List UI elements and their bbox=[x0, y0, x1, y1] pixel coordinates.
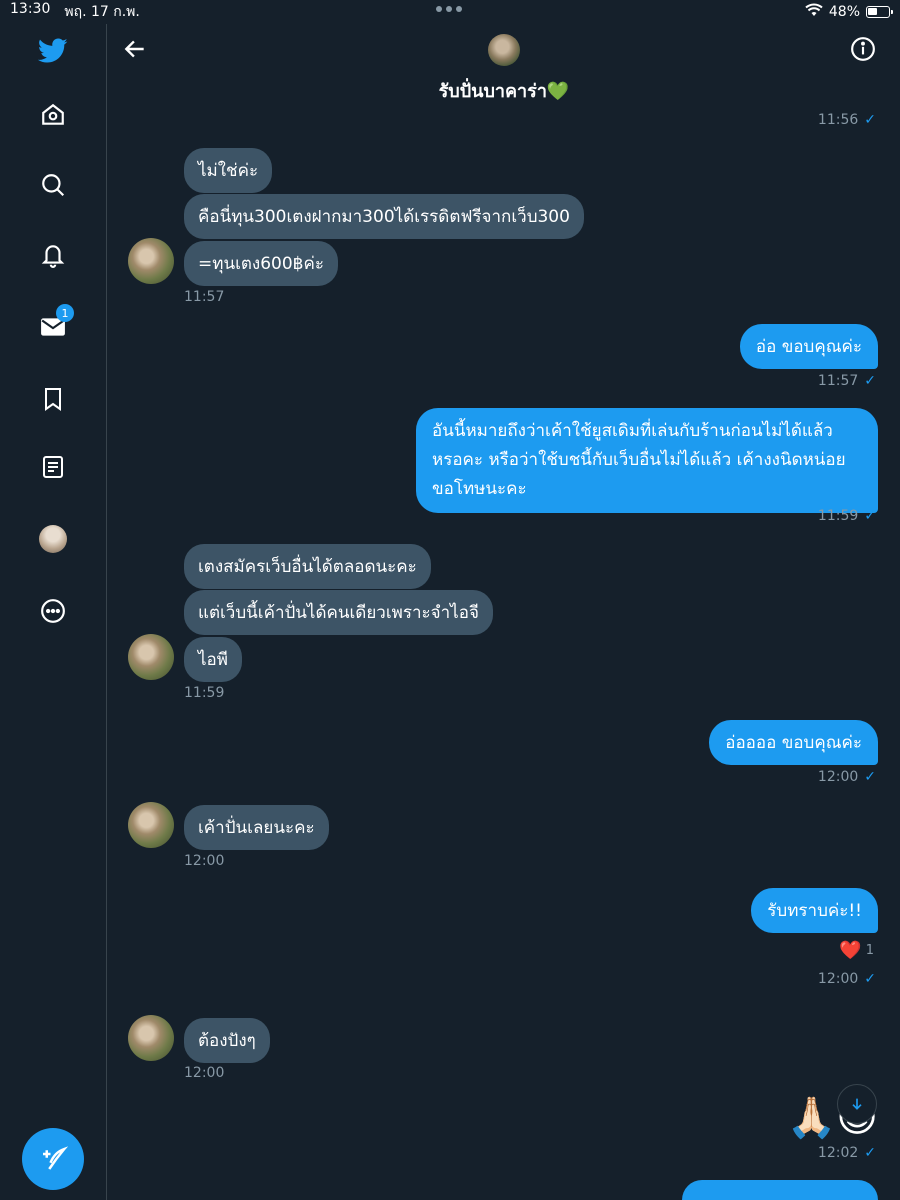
profile-avatar bbox=[39, 525, 67, 553]
sender-avatar[interactable] bbox=[128, 634, 174, 680]
incoming-message[interactable]: เตงสมัครเว็บอื่นได้ตลอดนะคะ bbox=[184, 544, 431, 589]
outgoing-message[interactable]: รับทราบค่ะ!! bbox=[751, 888, 878, 933]
multitasking-dots-icon[interactable] bbox=[436, 6, 462, 12]
message-timestamp: 11:56 ✓ bbox=[817, 112, 876, 128]
incoming-message[interactable]: =ทุนเตง600฿ค่ะ bbox=[184, 241, 338, 286]
home-icon[interactable] bbox=[38, 100, 68, 130]
incoming-message[interactable]: ไอพี bbox=[184, 637, 242, 682]
outgoing-message[interactable]: อ่อ ขอบคุณค่ะ bbox=[739, 324, 878, 369]
incoming-message[interactable]: แต่เว็บนี้เค้าปั่นได้คนเดียวเพราะจำไอจี bbox=[184, 590, 493, 635]
incoming-message[interactable]: เค้าปั่นเลยนะคะ bbox=[184, 805, 329, 850]
status-time: 13:30 bbox=[10, 1, 51, 17]
message-timestamp: 11:59 ✓ bbox=[817, 508, 876, 524]
conversation-avatar[interactable] bbox=[488, 34, 520, 66]
sidebar: 1 bbox=[0, 24, 107, 1200]
more-icon[interactable] bbox=[38, 596, 68, 626]
explore-icon[interactable] bbox=[38, 170, 68, 200]
message-list[interactable]: 11:56 ✓ ไม่ใช่ค่ะ คือนี่ทุน300เตงฝากมา300… bbox=[108, 104, 900, 1200]
message-timestamp: 11:57 ✓ bbox=[817, 373, 876, 389]
message-timestamp: 11:59 bbox=[184, 685, 225, 701]
read-check-icon: ✓ bbox=[864, 508, 876, 524]
status-date: พฤ. 17 ก.พ. bbox=[64, 4, 140, 20]
message-timestamp: 12:00 ✓ bbox=[817, 769, 876, 785]
read-check-icon: ✓ bbox=[864, 112, 876, 128]
status-bar: 13:30 พฤ. 17 ก.พ. 48% bbox=[0, 0, 900, 24]
incoming-message[interactable]: ต้องปังๆ bbox=[184, 1018, 270, 1063]
read-check-icon: ✓ bbox=[864, 373, 876, 389]
sender-avatar[interactable] bbox=[128, 802, 174, 848]
read-check-icon: ✓ bbox=[864, 1145, 876, 1161]
message-timestamp: 12:00 bbox=[184, 1065, 225, 1081]
scroll-to-bottom-button[interactable] bbox=[837, 1084, 877, 1124]
reaction-count: 1 bbox=[865, 943, 874, 958]
conversation-title[interactable]: รับปั่นบาคาร่า💚 bbox=[108, 76, 900, 105]
outgoing-message[interactable]: อันนี้หมายถึงว่าเค้าใช้ยูสเดิมที่เล่นกับ… bbox=[416, 408, 878, 513]
messages-icon[interactable]: 1 bbox=[38, 304, 74, 342]
notifications-icon[interactable] bbox=[38, 240, 68, 270]
incoming-message[interactable]: คือนี่ทุน300เตงฝากมา300ได้เรรดิตฟรีจากเว… bbox=[184, 194, 584, 239]
outgoing-message[interactable]: อ่ออออ ขอบคุณค่ะ bbox=[709, 720, 878, 765]
messages-badge: 1 bbox=[56, 304, 74, 322]
read-check-icon: ✓ bbox=[864, 971, 876, 987]
message-timestamp: 12:02 ✓ bbox=[817, 1145, 876, 1161]
sender-avatar[interactable] bbox=[128, 238, 174, 284]
wifi-icon bbox=[805, 3, 823, 21]
read-check-icon: ✓ bbox=[864, 769, 876, 785]
lists-icon[interactable] bbox=[38, 452, 68, 482]
bookmarks-icon[interactable] bbox=[38, 384, 68, 414]
compose-tweet-icon bbox=[43, 1146, 68, 1170]
conversation-header: รับปั่นบาคาร่า💚 bbox=[108, 24, 900, 104]
message-timestamp: 12:00 bbox=[184, 853, 225, 869]
sender-avatar[interactable] bbox=[128, 1015, 174, 1061]
profile-icon[interactable] bbox=[38, 524, 68, 554]
twitter-logo-icon[interactable] bbox=[38, 36, 68, 66]
reaction[interactable]: ❤️ 1 bbox=[839, 940, 874, 961]
info-icon[interactable] bbox=[850, 36, 878, 64]
outgoing-message-partial[interactable] bbox=[682, 1180, 878, 1200]
arrow-down-icon bbox=[852, 1098, 862, 1110]
incoming-message[interactable]: ไม่ใช่ค่ะ bbox=[184, 148, 273, 193]
compose-tweet-button[interactable] bbox=[22, 1128, 84, 1190]
heart-icon: ❤️ bbox=[839, 940, 862, 961]
battery-percent: 48% bbox=[828, 4, 860, 20]
message-timestamp: 11:57 bbox=[184, 289, 225, 305]
message-timestamp: 12:00 ✓ bbox=[817, 971, 876, 987]
battery-icon bbox=[866, 6, 893, 18]
back-arrow-icon[interactable] bbox=[122, 36, 150, 64]
